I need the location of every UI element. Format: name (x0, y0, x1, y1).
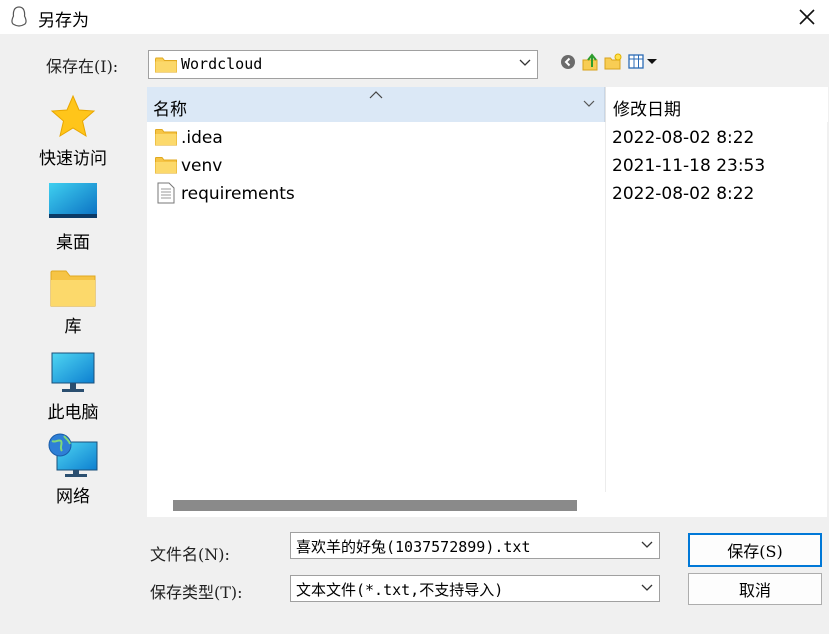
folder-icon (155, 157, 177, 174)
filetype-value: 文本文件(*.txt,不支持导入) (296, 581, 504, 599)
scrollbar-thumb[interactable] (173, 500, 577, 511)
horizontal-scrollbar[interactable] (147, 492, 827, 517)
close-button[interactable] (790, 2, 824, 32)
back-icon[interactable] (558, 52, 578, 72)
title-bar: 另存为 (0, 0, 829, 34)
column-modified-label: 修改日期 (613, 100, 681, 120)
file-row[interactable]: venv 2021-11-18 23:53 (147, 152, 827, 180)
place-network[interactable]: 网络 (8, 432, 138, 512)
column-header-modified[interactable]: 修改日期 (605, 87, 828, 122)
save-button[interactable]: 保存(S) (688, 533, 822, 567)
place-library[interactable]: 库 (8, 268, 138, 348)
look-in-label: 保存在(I): (46, 57, 119, 76)
star-icon (50, 94, 96, 138)
file-row[interactable]: .idea 2022-08-02 8:22 (147, 124, 827, 152)
column-header-name[interactable]: 名称 (147, 87, 605, 122)
folder-icon (155, 129, 177, 146)
filename-value: 喜欢羊的好兔(1037572899).txt (296, 538, 531, 556)
up-folder-icon[interactable] (581, 52, 601, 72)
chevron-down-icon[interactable] (583, 100, 595, 108)
place-label: 桌面 (56, 233, 90, 253)
file-modified: 2021-11-18 23:53 (612, 156, 766, 176)
column-name-label: 名称 (153, 100, 187, 120)
look-in-combo[interactable]: Wordcloud (148, 50, 538, 79)
file-modified: 2022-08-02 8:22 (612, 184, 755, 204)
penguin-app-icon (11, 6, 27, 27)
chevron-down-icon (519, 59, 531, 66)
place-this-pc[interactable]: 此电脑 (8, 352, 138, 432)
place-quick-access[interactable]: 快速访问 (8, 94, 138, 174)
chevron-down-icon (641, 584, 653, 591)
folder-icon (155, 57, 177, 73)
place-desktop[interactable]: 桌面 (8, 182, 138, 262)
computer-icon (51, 352, 95, 392)
file-modified: 2022-08-02 8:22 (612, 128, 755, 148)
filename-combo[interactable]: 喜欢羊的好兔(1037572899).txt (290, 532, 660, 559)
filetype-combo[interactable]: 文本文件(*.txt,不支持导入) (290, 575, 660, 602)
place-label: 快速访问 (39, 149, 107, 169)
cancel-button[interactable]: 取消 (688, 573, 822, 605)
place-label: 此电脑 (47, 403, 99, 423)
text-file-icon (157, 182, 175, 204)
file-name: .idea (181, 128, 223, 148)
place-label: 网络 (56, 487, 90, 507)
desktop-icon (49, 183, 97, 218)
view-menu-icon[interactable] (627, 52, 661, 72)
places-bar: 快速访问 桌面 库 此电脑 网络 (8, 86, 138, 631)
filetype-label: 保存类型(T): (150, 583, 243, 602)
sort-ascending-icon (369, 91, 383, 99)
close-icon (799, 9, 815, 25)
new-folder-icon[interactable] (603, 52, 623, 72)
place-label: 库 (64, 317, 82, 337)
look-in-value: Wordcloud (181, 55, 263, 73)
network-icon (48, 433, 98, 477)
file-name: venv (181, 156, 223, 176)
file-list[interactable]: 名称 修改日期 .idea 2022-08-02 8:22 venv 2021-… (147, 87, 828, 492)
file-row[interactable]: requirements 2022-08-02 8:22 (147, 180, 827, 208)
chevron-down-icon (641, 541, 653, 548)
filename-label: 文件名(N): (150, 545, 230, 564)
window-title: 另存为 (38, 11, 89, 31)
library-folder-icon (50, 270, 96, 307)
file-name: requirements (181, 184, 295, 204)
